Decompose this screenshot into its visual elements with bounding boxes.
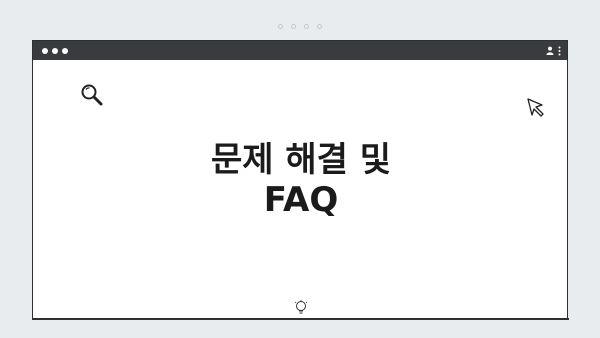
search-icon (80, 83, 106, 111)
carousel-dot[interactable] (317, 24, 322, 29)
maximize-button[interactable] (62, 47, 68, 54)
carousel-indicator (0, 24, 600, 29)
title-bar (33, 41, 567, 60)
close-button[interactable] (42, 47, 48, 54)
carousel-dot[interactable] (278, 24, 283, 29)
page-title-line-1: 문제 해결 및 (210, 140, 392, 180)
page-title-line-2: FAQ (263, 180, 339, 220)
page-content: 문제 해결 및 FAQ (33, 60, 569, 320)
carousel-dot[interactable] (291, 24, 296, 29)
lightbulb-icon (294, 300, 308, 320)
carousel-dot[interactable] (304, 24, 309, 29)
user-icon[interactable] (546, 46, 554, 55)
kebab-menu-icon[interactable] (558, 46, 561, 56)
window-controls (42, 47, 68, 54)
minimize-button[interactable] (52, 47, 58, 54)
page-title: 문제 해결 및 FAQ (33, 140, 569, 220)
window-bottom-border (33, 318, 569, 320)
browser-window: 문제 해결 및 FAQ (32, 40, 569, 320)
titlebar-actions (546, 46, 561, 56)
cursor-icon (526, 97, 546, 121)
